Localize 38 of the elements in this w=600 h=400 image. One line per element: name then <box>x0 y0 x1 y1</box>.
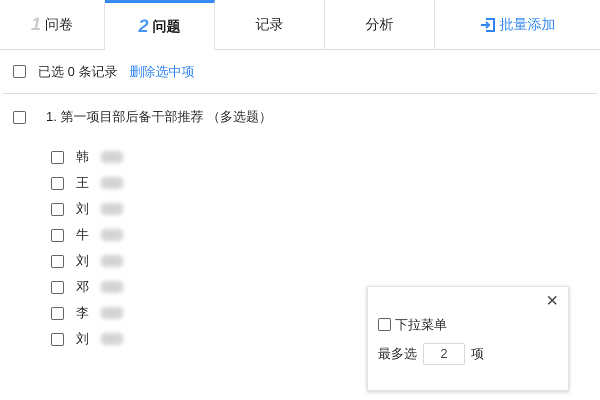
option-checkbox[interactable] <box>51 306 64 320</box>
option-label: 刘 <box>76 200 89 218</box>
tab[interactable]: 2 问题 <box>105 0 215 50</box>
dropdown-label: 下拉菜单 <box>395 316 447 334</box>
option-checkbox[interactable] <box>51 176 64 190</box>
redaction-blur <box>101 203 123 215</box>
close-button[interactable]: × <box>546 291 558 311</box>
redaction-blur <box>101 229 123 241</box>
option-label: 李 <box>76 304 89 322</box>
question-checkbox[interactable] <box>13 110 26 124</box>
option-checkbox[interactable] <box>51 254 64 268</box>
option-label: 王 <box>76 174 89 192</box>
max-select-field[interactable]: 2 <box>423 342 465 364</box>
redaction-blur <box>101 177 123 189</box>
dropdown-checkbox[interactable] <box>378 318 391 332</box>
selected-count: 已选 0 条记录 <box>38 62 118 81</box>
max-select-unit: 项 <box>471 344 484 363</box>
redaction-blur <box>101 333 123 345</box>
redaction-blur <box>101 151 123 163</box>
import-icon <box>480 16 496 32</box>
redaction-blur <box>101 255 123 267</box>
option-label: 韩 <box>76 148 89 166</box>
question-title: 1. 第一项目部后备干部推荐 （多选题） <box>46 108 272 126</box>
option-checkbox[interactable] <box>51 332 64 346</box>
option-label: 刘 <box>76 252 89 270</box>
tab[interactable]: 记录 <box>215 0 325 50</box>
option-checkbox[interactable] <box>51 202 64 216</box>
option-checkbox[interactable] <box>51 280 64 294</box>
tab[interactable]: 分析 <box>325 0 435 50</box>
redaction-blur <box>101 281 123 293</box>
option-label: 刘 <box>76 330 89 348</box>
max-select-label: 最多选 <box>378 344 417 363</box>
redaction-blur <box>101 307 123 319</box>
option-checkbox[interactable] <box>51 228 64 242</box>
select-all-checkbox[interactable] <box>13 65 26 78</box>
option-label: 牛 <box>76 226 89 244</box>
option-label: 邓 <box>76 278 89 296</box>
option-checkbox[interactable] <box>51 150 64 164</box>
